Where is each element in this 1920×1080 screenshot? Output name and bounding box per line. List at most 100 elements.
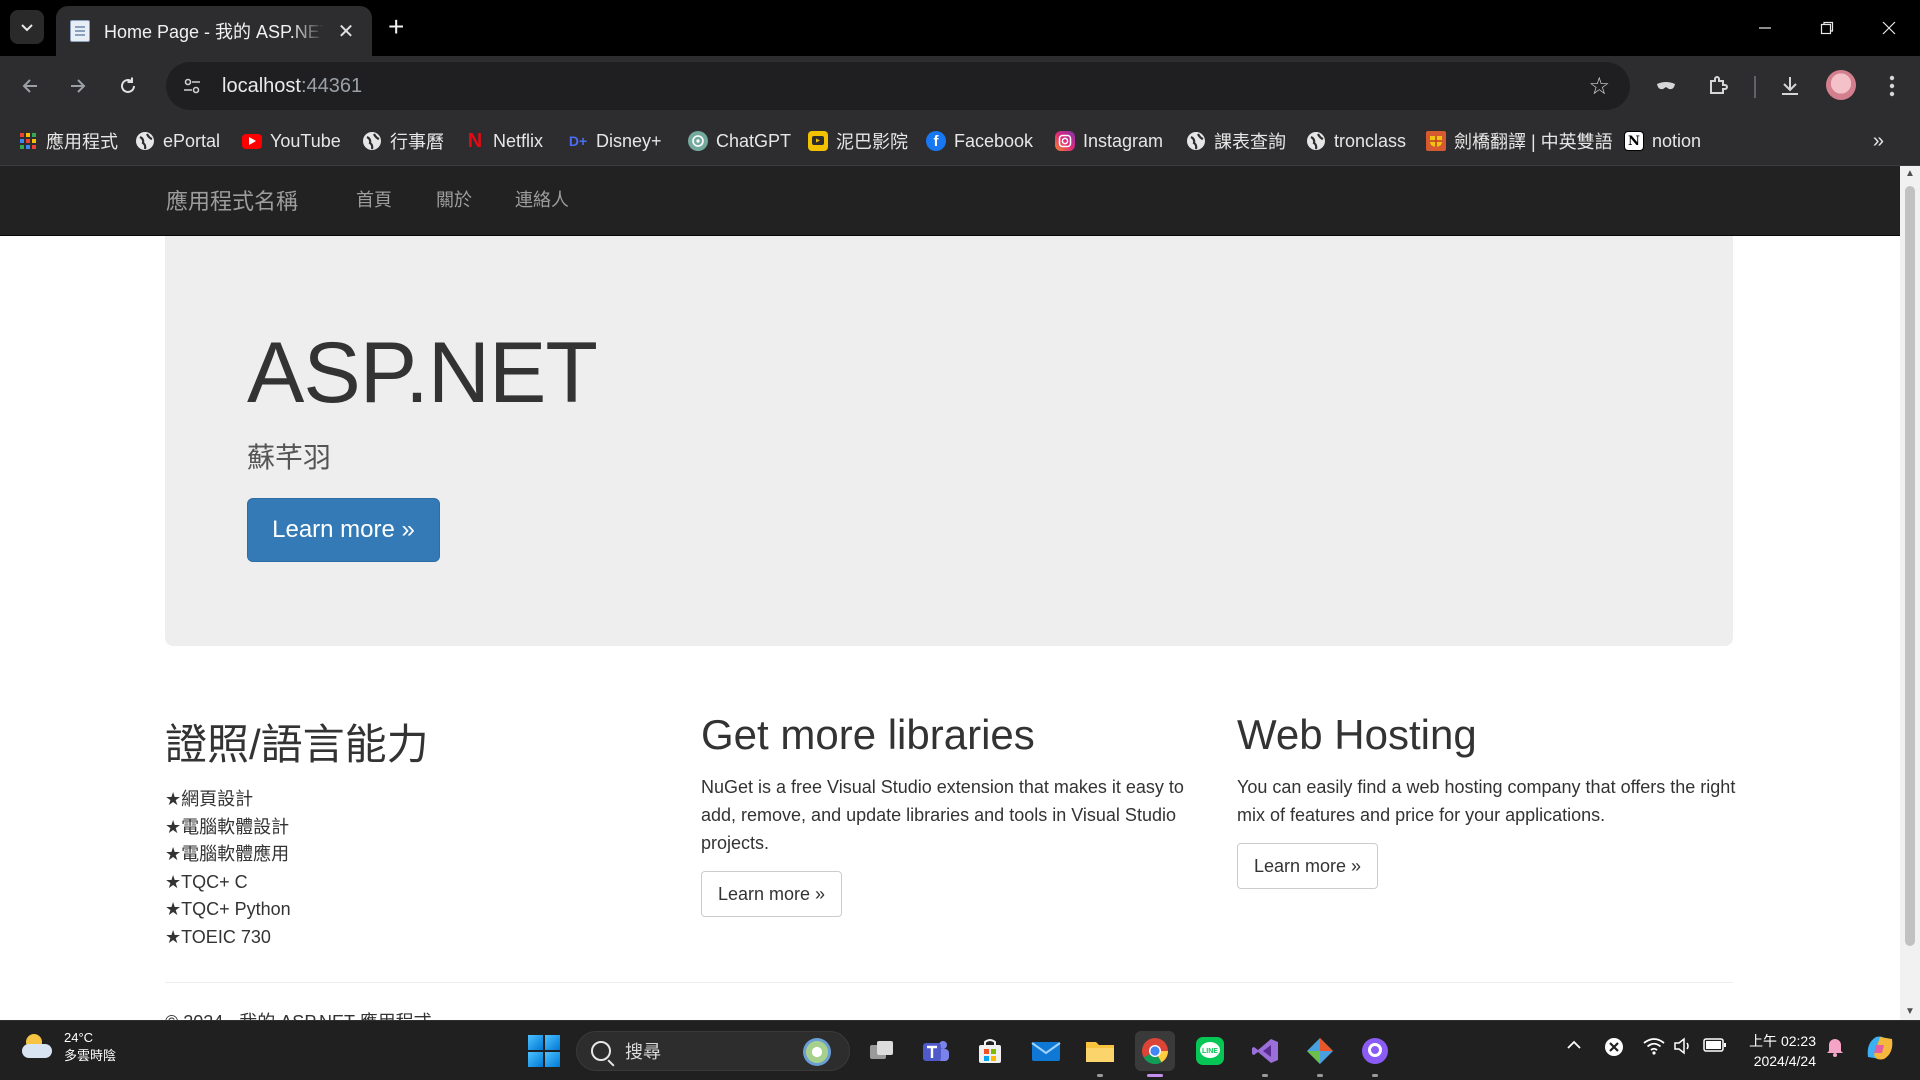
clock-date: 2024/4/24	[1753, 1053, 1816, 1069]
apps-grid-icon	[18, 131, 38, 151]
scroll-down-icon[interactable]: ▼	[1900, 1004, 1920, 1020]
bookmark-notion[interactable]: N notion	[1624, 126, 1701, 156]
tv-icon	[808, 131, 828, 151]
certification-item: ★TQC+ Python	[165, 899, 291, 919]
scroll-up-icon[interactable]: ▲	[1900, 166, 1920, 182]
battery-icon[interactable]	[1703, 1037, 1727, 1058]
profile-avatar[interactable]	[1826, 70, 1856, 100]
bookmark-star-icon[interactable]: ☆	[1588, 72, 1610, 101]
tab-search-button[interactable]	[10, 10, 44, 44]
download-icon[interactable]	[1774, 70, 1806, 102]
bookmark-instagram[interactable]: Instagram	[1055, 126, 1163, 156]
svg-text:LINE: LINE	[1202, 1048, 1218, 1055]
hosting-learn-more-button[interactable]: Learn more »	[1237, 843, 1379, 889]
extension-mask-icon[interactable]	[1650, 70, 1682, 102]
column-heading: Web Hosting	[1237, 711, 1477, 758]
weather-cloudy-icon	[20, 1032, 54, 1062]
column-heading: Get more libraries	[701, 711, 1035, 758]
github-icon[interactable]	[1355, 1031, 1395, 1077]
minimize-button[interactable]	[1734, 0, 1796, 56]
line-icon[interactable]: LINE	[1190, 1031, 1230, 1071]
address-bar[interactable]: localhost:44361 ☆	[166, 62, 1630, 110]
microsoft-store-icon[interactable]	[970, 1031, 1010, 1071]
reload-button[interactable]	[112, 70, 144, 102]
arrow-right-icon	[71, 79, 86, 93]
page-favicon-icon	[70, 20, 90, 42]
bookmark-disney[interactable]: D+ Disney+	[568, 126, 662, 156]
facebook-icon: f	[926, 131, 946, 151]
bookmarks-bar: 應用程式 ePortal YouTube 行事曆 N Netflix D+ Di…	[0, 116, 1920, 166]
chevron-double-right-icon[interactable]: »	[1873, 130, 1884, 153]
weather-widget[interactable]: 24°C 多雲時陰	[20, 1029, 116, 1065]
site-info-icon[interactable]	[180, 74, 204, 98]
notification-bell-icon[interactable]	[1826, 1037, 1844, 1062]
column-web-hosting: Web Hosting You can easily find a web ho…	[1237, 711, 1737, 889]
hero-title: ASP.NET	[247, 325, 598, 421]
volume-icon[interactable]	[1673, 1037, 1695, 1060]
forward-button[interactable]	[62, 70, 94, 102]
windows-start-icon[interactable]	[528, 1035, 560, 1067]
bookmark-youtube[interactable]: YouTube	[242, 126, 341, 156]
bookmark-label: Instagram	[1083, 130, 1164, 151]
copilot-icon[interactable]	[1864, 1033, 1896, 1068]
visual-studio-icon[interactable]	[1245, 1031, 1285, 1077]
task-view-icon[interactable]	[862, 1031, 902, 1071]
bookmark-apps[interactable]: 應用程式	[18, 126, 118, 156]
nav-link-home[interactable]: 首頁	[356, 186, 392, 212]
mail-icon[interactable]	[1026, 1031, 1066, 1071]
tray-app-icon[interactable]	[1604, 1037, 1624, 1062]
youtube-icon	[242, 133, 262, 149]
bookmark-chatgpt[interactable]: ChatGPT	[688, 126, 791, 156]
browser-tab-active[interactable]: Home Page - 我的 ASP.NET 應用程式 ✕	[56, 6, 372, 56]
restore-button[interactable]	[1796, 0, 1858, 56]
tray-chevron-up-icon[interactable]	[1566, 1037, 1582, 1058]
page-scrollbar[interactable]: ▲ ▼	[1900, 166, 1920, 1020]
bookmark-tronclass[interactable]: tronclass	[1306, 126, 1406, 156]
column-text: You can easily find a web hosting compan…	[1237, 777, 1736, 825]
chatgpt-icon	[688, 131, 708, 151]
restore-icon	[1820, 21, 1834, 35]
url-host: localhost	[222, 74, 301, 97]
close-tab-icon[interactable]: ✕	[334, 19, 358, 44]
certification-item: ★TOEIC 730	[165, 926, 271, 947]
bookmark-niba[interactable]: 泥巴影院	[808, 126, 908, 156]
scroll-thumb[interactable]	[1905, 186, 1915, 946]
menu-kebab-icon[interactable]	[1876, 70, 1908, 102]
clock-time: 上午 02:23	[1749, 1033, 1816, 1049]
column-certifications: 證照/語言能力 ★網頁設計 ★電腦軟體設計 ★電腦軟體應用 ★TQC+ C ★T…	[165, 711, 665, 951]
nav-link-contact[interactable]: 連絡人	[515, 186, 569, 212]
certification-item: ★網頁設計	[165, 789, 254, 809]
close-icon	[1882, 21, 1896, 35]
git-tool-icon[interactable]	[1300, 1031, 1340, 1077]
bookmark-label: Netflix	[493, 130, 544, 151]
notion-icon: N	[1624, 131, 1644, 151]
hero-learn-more-button[interactable]: Learn more »	[247, 498, 440, 562]
site-navbar: 應用程式名稱 首頁 關於 連絡人	[0, 166, 1900, 236]
chrome-icon[interactable]	[1135, 1031, 1175, 1077]
hero-lead: 蘇芊羽	[247, 442, 332, 473]
bookmark-label: Disney+	[596, 130, 662, 151]
page-viewport: 應用程式名稱 首頁 關於 連絡人 ASP.NET 蘇芊羽 Learn more …	[0, 166, 1900, 1020]
extensions-puzzle-icon[interactable]	[1702, 70, 1734, 102]
bookmark-calendar[interactable]: 行事曆	[362, 126, 444, 156]
taskbar-search[interactable]: 搜尋	[576, 1031, 850, 1071]
bookmark-label: 課表查詢	[1214, 132, 1286, 152]
column-heading: 證照/語言能力	[165, 721, 429, 768]
toolbar-separator	[1754, 76, 1756, 98]
back-button[interactable]	[14, 70, 46, 102]
nav-link-about[interactable]: 關於	[436, 186, 472, 212]
libraries-learn-more-button[interactable]: Learn more »	[701, 871, 843, 917]
bookmark-netflix[interactable]: N Netflix	[465, 126, 543, 156]
taskbar-clock[interactable]: 上午 02:23 2024/4/24	[1746, 1031, 1816, 1071]
new-tab-button[interactable]: +	[388, 12, 404, 42]
wifi-icon[interactable]	[1643, 1037, 1665, 1060]
site-brand[interactable]: 應用程式名稱	[166, 184, 298, 216]
teams-icon[interactable]	[916, 1031, 956, 1071]
bookmark-facebook[interactable]: f Facebook	[926, 126, 1033, 156]
bookmark-cambridge[interactable]: 劍橋翻譯 | 中英雙語	[1426, 126, 1613, 156]
file-explorer-icon[interactable]	[1080, 1031, 1120, 1077]
close-window-button[interactable]	[1858, 0, 1920, 56]
bookmark-schedule[interactable]: 課表查詢	[1186, 126, 1286, 156]
bookmark-eportal[interactable]: ePortal	[135, 126, 220, 156]
windows-taskbar: 24°C 多雲時陰 搜尋 LINE 上午 02:23 2024/4/24	[0, 1020, 1920, 1080]
